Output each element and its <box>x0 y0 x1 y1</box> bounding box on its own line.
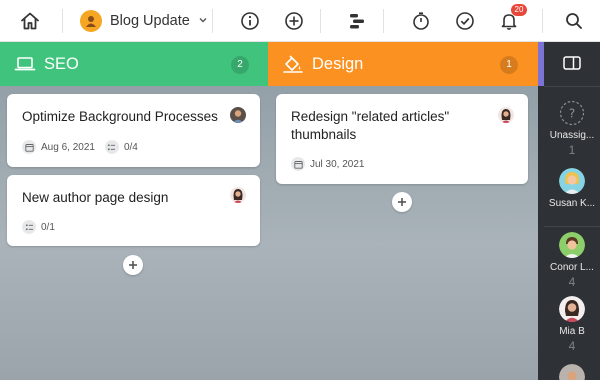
add-icon[interactable] <box>282 9 306 33</box>
user-task-count: 4 <box>568 275 576 289</box>
divider <box>544 226 600 227</box>
home-icon[interactable] <box>18 9 42 33</box>
add-card-button[interactable] <box>123 255 143 275</box>
board: SEO 2 Design 1 Optimize Background Proce… <box>0 42 538 380</box>
divider <box>320 9 321 33</box>
avatar[interactable] <box>230 107 246 123</box>
avatar[interactable] <box>230 187 246 203</box>
user-name: Mia B <box>559 326 585 337</box>
add-card-button[interactable] <box>392 192 412 212</box>
card-meta: Jul 30, 2021 <box>291 157 375 171</box>
project-avatar-icon <box>80 10 102 32</box>
card-meta: 0/1 <box>22 220 65 234</box>
panel-toggle-icon[interactable] <box>563 56 581 70</box>
check-circle-icon[interactable] <box>453 9 477 33</box>
task-card[interactable]: Redesign "related articles" thumbnails J… <box>276 94 528 184</box>
chevron-down-icon <box>198 12 208 30</box>
checklist-icon <box>22 220 36 234</box>
checklist-icon <box>104 140 119 154</box>
unassigned-icon: ? <box>559 100 585 126</box>
card-title: Optimize Background Processes <box>22 109 218 124</box>
project-name: Blog Update <box>110 13 190 29</box>
user-task-count: 1 <box>568 143 576 157</box>
column-count: 1 <box>500 56 518 74</box>
user-task-count: 4 <box>568 339 576 353</box>
due-date: Aug 6, 2021 <box>41 141 95 153</box>
info-icon[interactable] <box>238 9 262 33</box>
avatar <box>559 168 585 194</box>
avatar <box>559 232 585 258</box>
timeline-icon[interactable] <box>345 9 369 33</box>
column-title: Design <box>312 55 364 73</box>
card-meta: Aug 6, 2021 0/4 <box>22 140 148 154</box>
timer-icon[interactable] <box>409 9 433 33</box>
divider <box>542 9 543 33</box>
calendar-icon <box>291 157 305 171</box>
due-date: Jul 30, 2021 <box>310 158 365 170</box>
avatar <box>559 364 585 380</box>
column-header-design[interactable]: Design 1 <box>268 42 538 86</box>
sidebar-user-partial[interactable] <box>544 364 600 380</box>
task-card[interactable]: Optimize Background Processes Aug 6, 202… <box>7 94 260 167</box>
divider <box>383 9 384 33</box>
card-title: Redesign "related articles" thumbnails <box>291 109 450 142</box>
divider <box>62 9 63 33</box>
paint-bucket-icon <box>282 54 304 74</box>
search-icon[interactable] <box>562 9 586 33</box>
sidebar-user-conor[interactable]: Conor L... 4 <box>544 232 600 289</box>
user-name: Unassig... <box>549 130 595 141</box>
svg-text:?: ? <box>569 107 575 121</box>
column-title: SEO <box>44 55 79 73</box>
top-bar: Blog Update 20 <box>0 0 600 42</box>
sidebar-accent <box>538 42 544 86</box>
avatar[interactable] <box>498 107 514 123</box>
column-header-seo[interactable]: SEO 2 <box>0 42 268 86</box>
calendar-icon <box>22 140 36 154</box>
user-name: Susan K... <box>548 198 596 209</box>
project-selector[interactable]: Blog Update <box>80 8 208 34</box>
laptop-icon <box>14 54 36 74</box>
notification-badge: 20 <box>511 4 527 16</box>
column-count: 2 <box>231 56 249 74</box>
task-card[interactable]: New author page design 0/1 <box>7 175 260 246</box>
checklist-progress: 0/4 <box>123 141 138 153</box>
divider <box>544 86 600 87</box>
avatar <box>559 296 585 322</box>
checklist-progress: 0/1 <box>41 221 55 233</box>
divider <box>212 9 213 33</box>
user-name: Conor L... <box>550 262 594 273</box>
sidebar-user-unassigned[interactable]: ? Unassig... 1 <box>544 100 600 157</box>
sidebar-user-susan[interactable]: Susan K... <box>544 168 600 209</box>
sidebar-user-mia[interactable]: Mia B 4 <box>544 296 600 353</box>
card-title: New author page design <box>22 190 169 205</box>
